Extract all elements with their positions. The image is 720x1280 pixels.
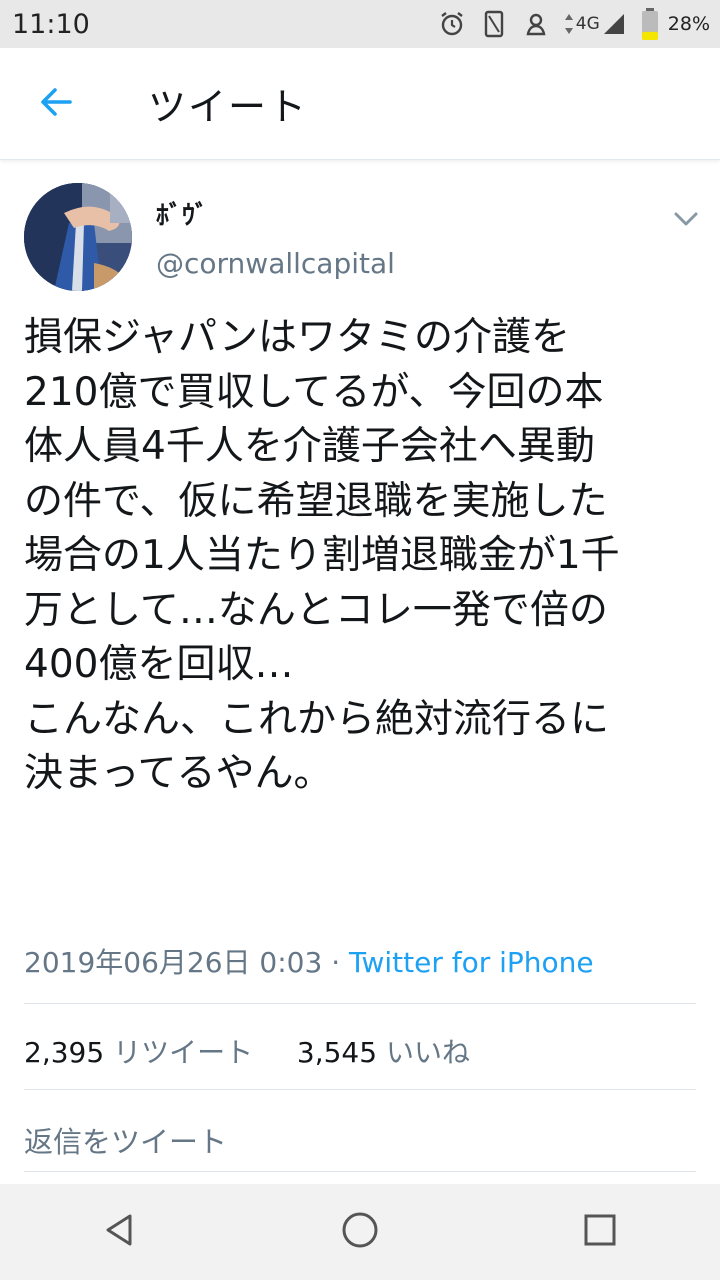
- tweet-header: ﾎﾞｳﾞ @cornwallcapital: [0, 161, 720, 301]
- tweet-source-link[interactable]: Twitter for iPhone: [349, 946, 594, 979]
- nav-recents-button[interactable]: [552, 1184, 648, 1280]
- reply-input[interactable]: 返信をツイート: [24, 1119, 227, 1161]
- system-nav-bar: [0, 1184, 720, 1280]
- display-name[interactable]: ﾎﾞｳﾞ: [156, 195, 208, 232]
- tweet-detail: ﾎﾞｳﾞ @cornwallcapital 損保ジャパンはワタミの介護を 210…: [0, 161, 720, 1172]
- signal-icon: [602, 12, 626, 36]
- battery-icon: [640, 7, 660, 41]
- tweet-date: 2019年06月26日 0:03: [24, 946, 323, 979]
- likes-stat[interactable]: 3,545 いいね: [297, 1036, 470, 1069]
- alarm-icon: [438, 10, 466, 38]
- app-bar: ツイート: [0, 48, 720, 160]
- page-title: ツイート: [148, 85, 309, 129]
- status-icons: 4G 28%: [438, 7, 710, 41]
- network-indicator: 4G: [564, 12, 626, 36]
- likes-count: 3,545: [296, 1036, 378, 1069]
- tweet-meta: 2019年06月26日 0:03 · Twitter for iPhone: [24, 941, 594, 981]
- meta-separator: ·: [322, 946, 349, 979]
- retweets-stat[interactable]: 2,395 リツイート: [24, 1036, 253, 1069]
- network-type: 4G: [575, 14, 600, 34]
- arrow-left-icon: [36, 82, 76, 126]
- battery-percent: 28%: [667, 13, 710, 35]
- back-button[interactable]: [0, 48, 112, 160]
- retweets-label: リツイート: [113, 1036, 254, 1069]
- hotspot-icon: [522, 10, 550, 38]
- retweets-count: 2,395: [24, 1036, 105, 1069]
- nav-back-button[interactable]: [72, 1184, 168, 1280]
- chevron-down-icon[interactable]: [668, 201, 704, 237]
- data-arrows-icon: [564, 12, 574, 36]
- divider: [24, 1089, 696, 1090]
- tweet-stats: 2,395 リツイート 3,545 いいね: [24, 1031, 470, 1071]
- user-handle[interactable]: @cornwallcapital: [156, 247, 395, 280]
- back-triangle-icon: [102, 1212, 138, 1252]
- divider: [24, 1003, 696, 1004]
- status-time: 11:10: [12, 8, 90, 40]
- home-circle-icon: [340, 1210, 380, 1254]
- avatar[interactable]: [24, 183, 132, 291]
- divider: [24, 1171, 696, 1172]
- nav-home-button[interactable]: [312, 1184, 408, 1280]
- vibrate-icon: [480, 9, 508, 39]
- likes-label: いいね: [385, 1036, 470, 1069]
- tweet-text: 損保ジャパンはワタミの介護を 210億で買収してるが、今回の本 体人員4千人を介…: [24, 315, 620, 796]
- status-bar: 11:10 4G 28%: [0, 0, 720, 48]
- recents-square-icon: [582, 1212, 618, 1252]
